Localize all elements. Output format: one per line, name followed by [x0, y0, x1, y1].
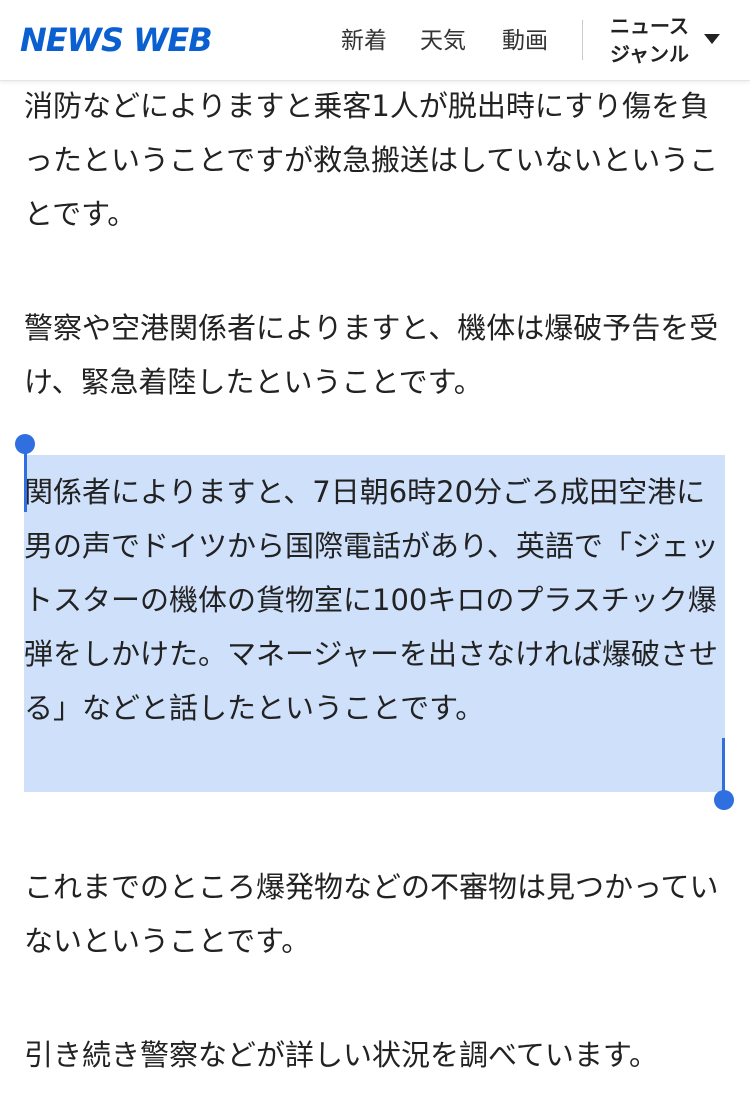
selection-end-handle[interactable]	[714, 790, 734, 810]
news-web-logo[interactable]: NEWS WEB	[20, 20, 213, 60]
site-header: NEWS WEB 新着 天気 動画 ニュース ジャンル	[0, 0, 750, 81]
nav-new[interactable]: 新着	[341, 24, 387, 58]
news-genre-label: ニュース ジャンル	[610, 12, 689, 68]
article-paragraph-5: 引き続き警察などが詳しい状況を調べています。	[24, 1038, 658, 1072]
article-paragraph-2: 警察や空港関係者によりますと、機体は爆破予告を受け、緊急着陸したということです。	[24, 311, 719, 399]
nav-video[interactable]: 動画	[502, 24, 548, 58]
selection-end-handle-bar[interactable]	[722, 738, 725, 798]
article-paragraph-1: 消防などによりますと乗客1人が脱出時にすり傷を負ったということですが救急搬送はし…	[24, 89, 719, 231]
article-paragraph-4: これまでのところ爆発物などの不審物は見つかっていないということです。	[24, 870, 719, 958]
news-genre-label-line1: ニュース	[610, 14, 689, 38]
nav-weather[interactable]: 天気	[420, 24, 466, 58]
selection-start-handle-bar[interactable]	[24, 450, 27, 512]
selection-start-handle[interactable]	[15, 434, 35, 454]
caret-down-icon	[704, 34, 720, 44]
news-genre-label-line2: ジャンル	[610, 42, 689, 66]
news-genre-menu-button[interactable]: ニュース ジャンル	[610, 10, 740, 70]
nav-divider	[582, 20, 583, 60]
article-paragraph-3-selected[interactable]: 関係者によりますと、7日朝6時20分ごろ成田空港に男の声でドイツから国際電話があ…	[24, 465, 724, 735]
